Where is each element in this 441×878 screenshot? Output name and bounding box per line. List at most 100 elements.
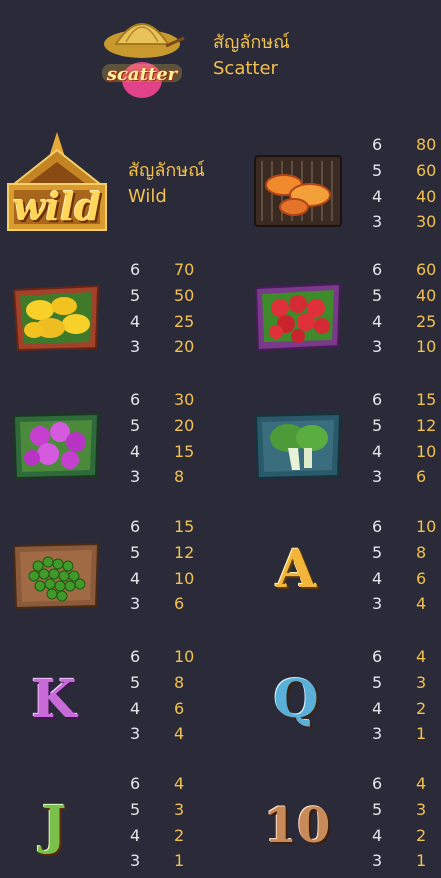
pay-count: 3 [130, 851, 141, 871]
wild-symbol: wild [4, 130, 110, 234]
paytable-q: 6 4 5 3 4 2 3 1 [372, 644, 426, 747]
pay-value: 80 [416, 135, 437, 155]
symbol-mango [12, 280, 100, 352]
pay-count: 5 [130, 286, 141, 306]
pay-value: 4 [416, 774, 427, 794]
pay-value: 4 [174, 724, 185, 744]
symbol-orchid [12, 410, 100, 480]
pay-count: 4 [372, 568, 383, 588]
pay-count: 4 [372, 441, 383, 461]
pay-value: 10 [174, 647, 195, 667]
pay-count: 3 [130, 337, 141, 357]
pay-value: 8 [416, 543, 427, 563]
pay-count: 3 [372, 851, 383, 871]
paytable-10: 6 4 5 3 4 2 3 1 [372, 771, 426, 874]
pay-value: 60 [416, 260, 437, 280]
pay-value: 10 [174, 568, 195, 588]
pay-count: 6 [372, 135, 383, 155]
pay-value: 15 [174, 441, 195, 461]
paytable-bok-choy: 6 15 5 12 4 10 3 6 [372, 387, 436, 490]
letter-k-icon: K [31, 669, 77, 730]
paytable-k: 6 10 5 8 4 6 3 4 [130, 644, 194, 747]
pay-count: 4 [130, 825, 141, 845]
pay-value: 40 [416, 286, 437, 306]
pay-count: 6 [372, 390, 383, 410]
pay-count: 3 [372, 337, 383, 357]
pay-value: 1 [416, 724, 427, 744]
scatter-label-thai: สัญลักษณ์ [213, 32, 290, 53]
pay-count: 6 [130, 517, 141, 537]
mango-basket-icon [12, 284, 100, 352]
pay-count: 6 [130, 647, 141, 667]
orchid-basket-icon [12, 412, 100, 480]
rose-apple-basket-icon [254, 282, 342, 352]
pay-count: 5 [372, 543, 383, 563]
straw-hat-scatter-icon [102, 23, 185, 98]
pay-value: 3 [416, 800, 427, 820]
pay-value: 6 [174, 594, 185, 614]
pay-count: 6 [372, 260, 383, 280]
pay-value: 40 [416, 186, 437, 206]
pay-value: 70 [174, 260, 195, 280]
scatter-label-en: Scatter [213, 58, 278, 79]
pay-value: 10 [416, 441, 437, 461]
scatter-symbol: scatter [96, 6, 188, 100]
pay-count: 6 [130, 390, 141, 410]
letter-j-icon: J [41, 795, 67, 856]
pay-value: 25 [416, 311, 437, 331]
pay-value: 4 [416, 594, 427, 614]
pay-count: 4 [130, 311, 141, 331]
pay-count: 5 [130, 673, 141, 693]
pay-value: 30 [174, 390, 195, 410]
pay-count: 4 [372, 825, 383, 845]
pay-count: 6 [130, 774, 141, 794]
pay-count: 3 [372, 467, 383, 487]
pay-count: 5 [372, 286, 383, 306]
pay-value: 50 [174, 286, 195, 306]
scatter-logo-text: scatter [106, 64, 178, 85]
pay-count: 5 [130, 800, 141, 820]
pay-value: 60 [416, 161, 437, 181]
pay-value: 1 [416, 851, 427, 871]
number-10-icon: 10 [263, 798, 331, 854]
pay-count: 4 [372, 311, 383, 331]
pay-count: 3 [372, 594, 383, 614]
paytable-grilled-shrimp: 6 80 5 60 4 40 3 30 [372, 132, 436, 235]
pay-value: 2 [174, 825, 185, 845]
pay-count: 6 [372, 647, 383, 667]
pay-value: 6 [174, 698, 185, 718]
pay-count: 4 [130, 568, 141, 588]
pay-count: 4 [130, 698, 141, 718]
pay-value: 25 [174, 311, 195, 331]
pay-value: 12 [416, 416, 437, 436]
grilled-shrimp-icon [254, 155, 342, 227]
pay-value: 2 [416, 698, 427, 718]
pay-value: 4 [416, 647, 427, 667]
paytable-peas: 6 15 5 12 4 10 3 6 [130, 514, 194, 617]
paytable-mango: 6 70 5 50 4 25 3 20 [130, 257, 194, 360]
pay-value: 15 [416, 390, 437, 410]
pay-value: 3 [174, 800, 185, 820]
pay-count: 3 [372, 212, 383, 232]
pay-count: 6 [130, 260, 141, 280]
symbol-rose-apple [254, 280, 342, 352]
pay-value: 6 [416, 467, 427, 487]
paytable-a: 6 10 5 8 4 6 3 4 [372, 514, 436, 617]
symbol-bok-choy [254, 410, 342, 480]
pay-count: 3 [130, 594, 141, 614]
pay-value: 4 [174, 774, 185, 794]
pay-count: 4 [372, 186, 383, 206]
pay-count: 4 [130, 441, 141, 461]
pay-value: 10 [416, 337, 437, 357]
pay-value: 15 [174, 517, 195, 537]
pay-value: 30 [416, 212, 437, 232]
pay-count: 3 [130, 724, 141, 744]
pay-count: 5 [130, 416, 141, 436]
symbol-grilled-shrimp [254, 155, 342, 227]
symbol-peas [12, 540, 100, 610]
paytable-j: 6 4 5 3 4 2 3 1 [130, 771, 184, 874]
pay-count: 5 [372, 673, 383, 693]
wild-label-thai: สัญลักษณ์ [128, 160, 205, 181]
pay-count: 5 [372, 161, 383, 181]
pay-count: 4 [372, 698, 383, 718]
